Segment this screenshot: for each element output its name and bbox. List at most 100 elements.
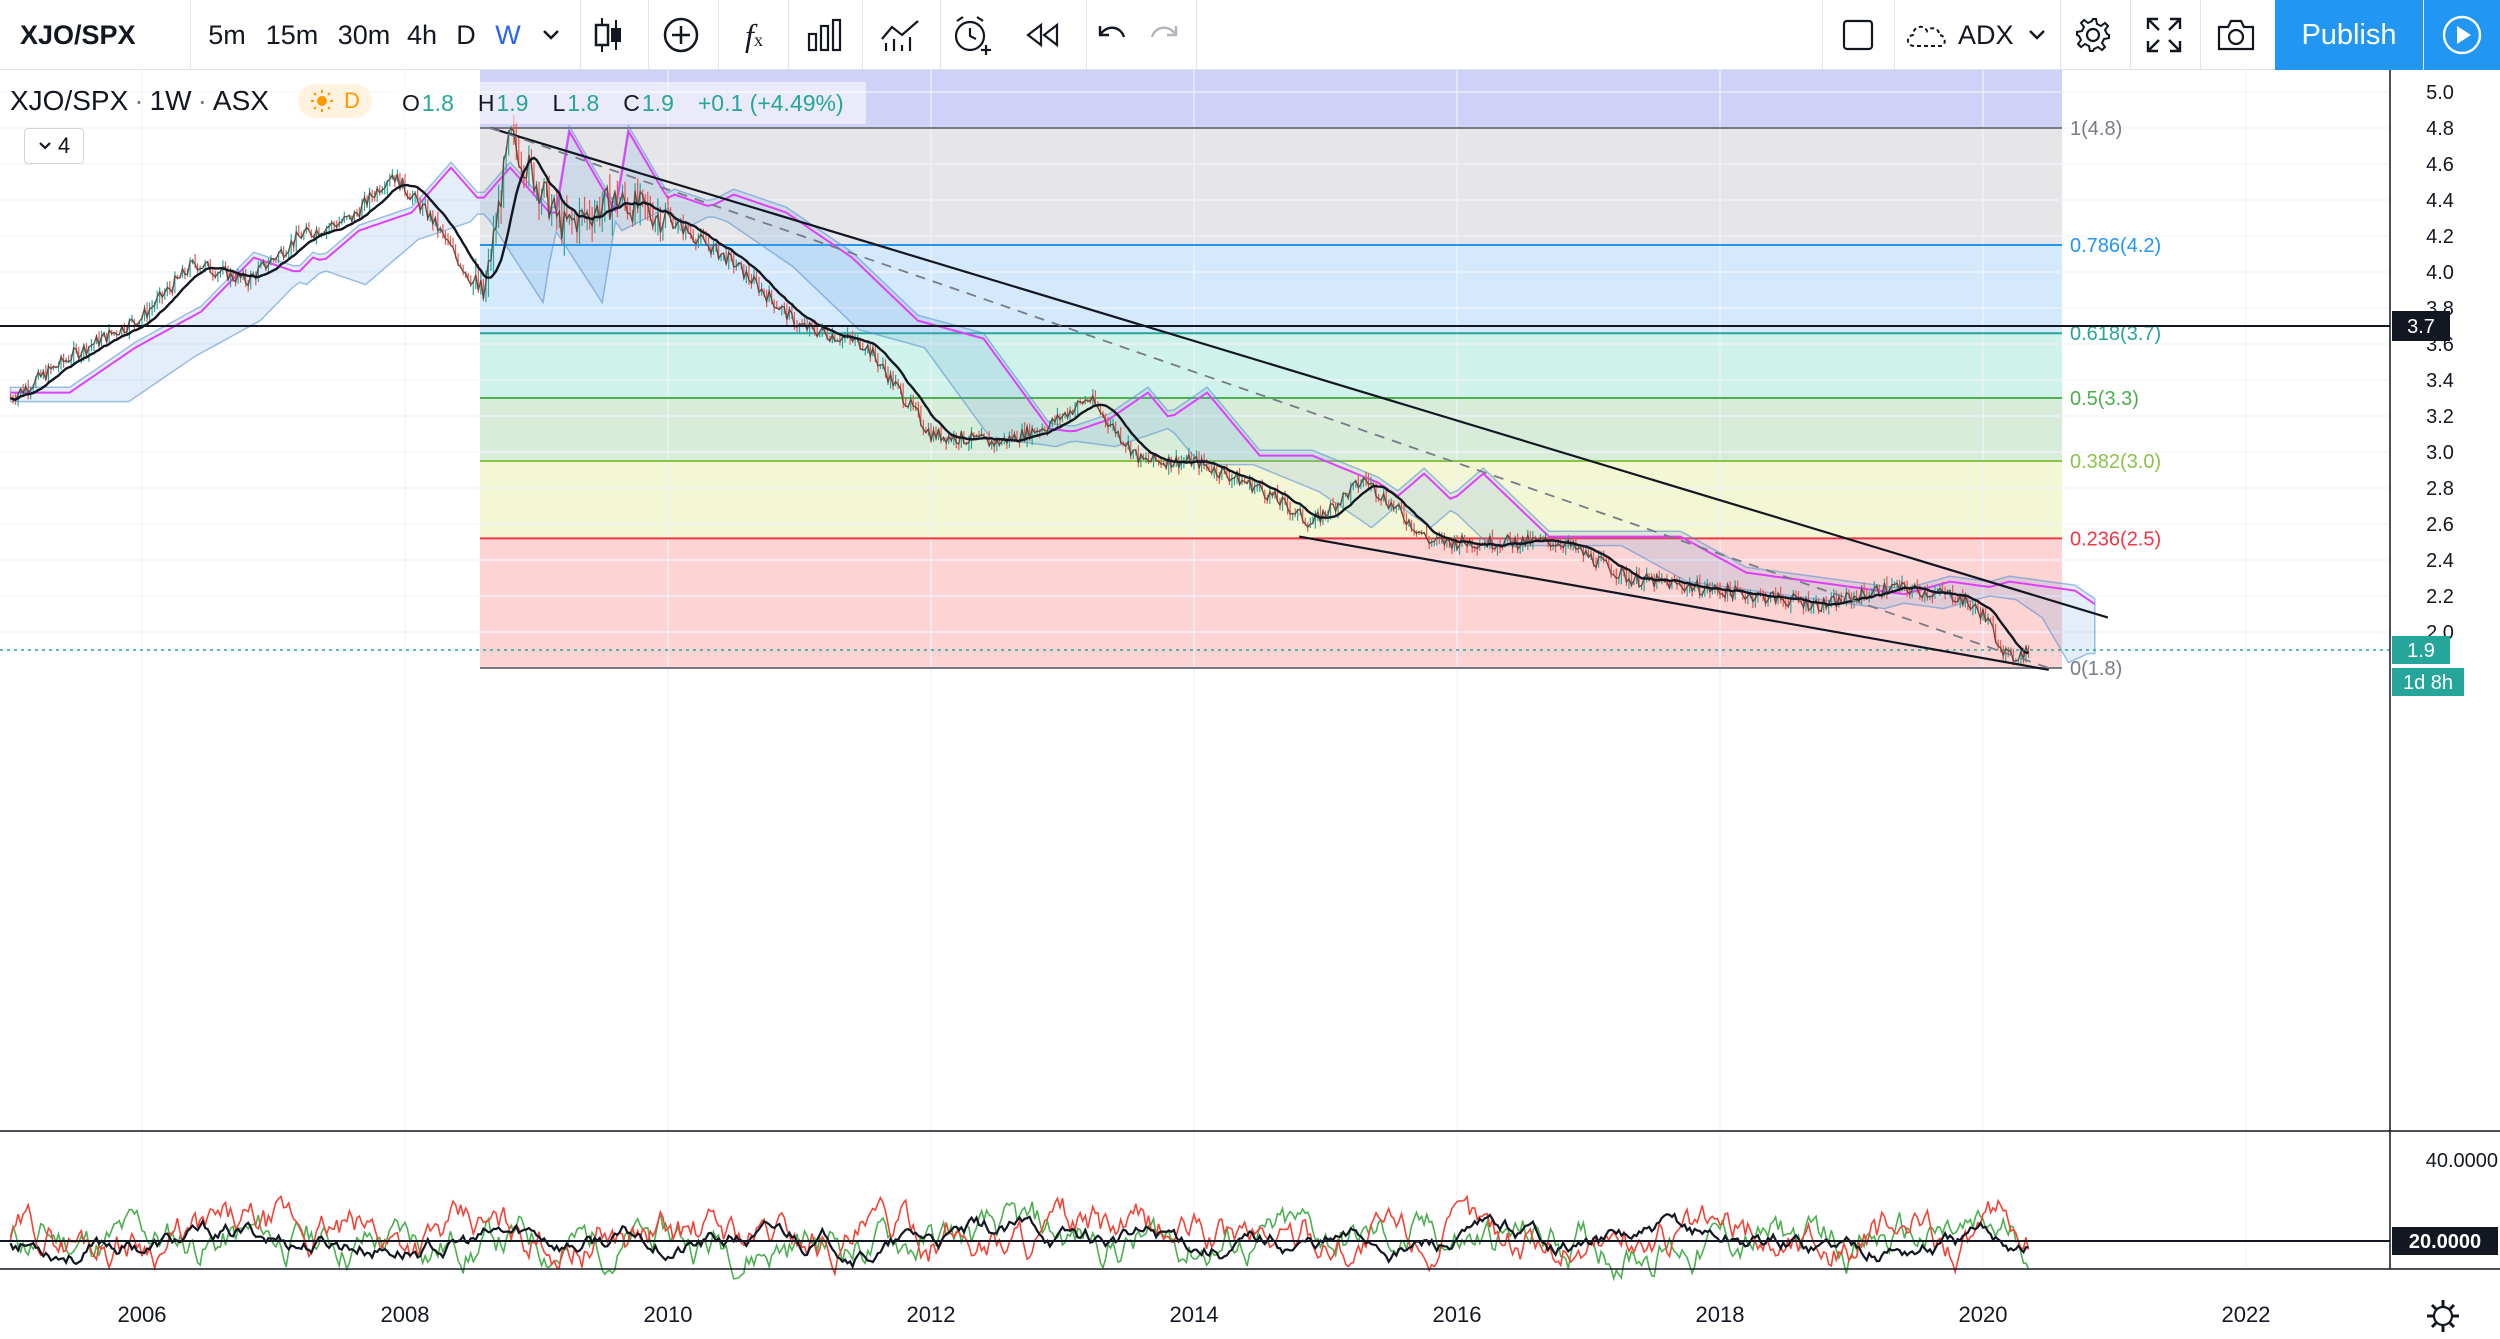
legend-separator: · — [197, 85, 207, 116]
toolbar-divider — [1196, 0, 1197, 70]
redo-button[interactable] — [1146, 0, 1182, 70]
toolbar-divider — [1086, 0, 1087, 70]
compare-symbol-button[interactable] — [656, 0, 706, 70]
undo-button[interactable] — [1094, 0, 1130, 70]
fib-band-0618-05 — [480, 333, 2062, 398]
timeframe-4h[interactable]: 4h — [406, 0, 438, 70]
plus-circle-icon — [663, 17, 699, 53]
candlestick-icon — [594, 18, 621, 52]
price-tick-label: 2.2 — [2426, 586, 2454, 608]
fib-level-label: 0.786(4.2) — [2070, 235, 2161, 257]
timeframe-5m[interactable]: 5m — [204, 0, 250, 70]
toolbar-divider — [1894, 0, 1895, 70]
layout-button[interactable] — [1836, 0, 1880, 70]
chart-legend[interactable]: XJO/SPX · 1W · ASX — [10, 78, 269, 124]
publish-options-button[interactable] — [2424, 0, 2500, 70]
price-tick-label: 3.0 — [2426, 442, 2454, 464]
axis-settings-button[interactable] — [2427, 1300, 2459, 1332]
open-value: 1.8 — [421, 89, 454, 116]
chevron-down-icon — [543, 30, 559, 40]
time-tick-label: 2014 — [1170, 1302, 1219, 1327]
toolbar-divider — [940, 0, 941, 70]
financials-button[interactable] — [796, 0, 854, 70]
timeframe-w[interactable]: W — [494, 0, 522, 70]
toolbar-divider — [648, 0, 649, 70]
chart-type-button[interactable] — [588, 0, 630, 70]
settings-button[interactable] — [2068, 0, 2118, 70]
fib-level-label: 0.236(2.5) — [2070, 528, 2161, 550]
chevron-down-icon — [2029, 30, 2045, 40]
change-value: +0.1 (+4.49%) — [697, 89, 844, 116]
time-tick-label: 2012 — [907, 1302, 956, 1327]
indicators-collapse-button[interactable]: 4 — [24, 128, 84, 164]
cloud-icon — [1906, 25, 1946, 47]
toolbar-divider — [788, 0, 789, 70]
price-tick-label: 4.2 — [2426, 226, 2454, 248]
publish-button[interactable]: Publish — [2275, 0, 2423, 70]
toolbar-divider — [2130, 0, 2131, 70]
close-value: 1.9 — [641, 89, 674, 116]
adx-axis-tick-40: 40.0000 — [2426, 1150, 2498, 1172]
fib-band-1-0786 — [480, 128, 2062, 245]
ohlc-values: O1.8 H1.9 L1.8 C1.9 +0.1 (+4.49%) — [392, 82, 866, 124]
symbol-search-button[interactable]: XJO/SPX — [20, 0, 170, 70]
timeframe-15m[interactable]: 15m — [262, 0, 322, 70]
alert-button[interactable] — [948, 0, 996, 70]
high-key: H — [477, 89, 495, 116]
fib-level-label: 1(4.8) — [2070, 118, 2122, 140]
square-layout-icon — [1842, 19, 1874, 51]
time-tick-label: 2020 — [1959, 1302, 2008, 1327]
fib-level-label: 0.382(3.0) — [2070, 451, 2161, 473]
horizontal-line-price-label: 3.7 — [2407, 316, 2435, 338]
adx-level-label: 20.0000 — [2409, 1231, 2481, 1253]
templates-button[interactable] — [870, 0, 930, 70]
toolbar-divider — [580, 0, 581, 70]
price-tick-label: 2.4 — [2426, 550, 2454, 572]
timeframe-30m[interactable]: 30m — [334, 0, 394, 70]
chevron-down-icon — [39, 142, 51, 150]
price-tick-label: 2.8 — [2426, 478, 2454, 500]
price-tick-label: 2.6 — [2426, 514, 2454, 536]
gear-icon — [2076, 18, 2110, 52]
time-tick-label: 2016 — [1433, 1302, 1482, 1327]
toolbar-divider — [2060, 0, 2061, 70]
toolbar-divider — [2200, 0, 2201, 70]
fullscreen-icon — [2146, 17, 2182, 53]
legend-interval: 1W — [149, 85, 192, 116]
low-key: L — [552, 89, 566, 116]
close-key: C — [623, 89, 640, 116]
time-tick-label: 2008 — [381, 1302, 430, 1327]
indicators-button[interactable]: fx — [726, 0, 782, 70]
time-tick-label: 2018 — [1696, 1302, 1745, 1327]
time-tick-label: 2006 — [118, 1302, 167, 1327]
camera-icon — [2217, 19, 2255, 51]
session-badge-label: D — [344, 88, 360, 113]
play-circle-icon — [2442, 15, 2482, 55]
snapshot-button[interactable] — [2210, 0, 2262, 70]
fullscreen-button[interactable] — [2138, 0, 2190, 70]
time-tick-label: 2010 — [644, 1302, 693, 1327]
layout-name: ADX — [1958, 19, 2014, 50]
low-value: 1.8 — [567, 89, 600, 116]
undo-icon — [1098, 26, 1126, 38]
price-tick-label: 4.0 — [2426, 262, 2454, 284]
timeframe-d[interactable]: D — [454, 0, 478, 70]
toolbar-divider — [190, 0, 191, 70]
high-value: 1.9 — [496, 89, 529, 116]
time-tick-label: 2022 — [2222, 1302, 2271, 1327]
legend-separator: · — [134, 85, 144, 116]
market-status-badge[interactable]: D — [298, 84, 372, 118]
timeframe-dropdown-button[interactable] — [536, 0, 566, 70]
chart-pane[interactable]: 1(4.8)0.786(4.2)0.618(3.7)0.5(3.3)0.382(… — [0, 70, 2500, 1339]
collapsed-indicators-count: 4 — [57, 133, 71, 158]
layout-dropdown-button[interactable] — [2022, 0, 2052, 70]
toolbar-divider — [1822, 0, 1823, 70]
price-tick-label: 3.4 — [2426, 370, 2454, 392]
replay-button[interactable] — [1018, 0, 1068, 70]
sun-icon — [311, 90, 333, 112]
fib-band-0786-0618 — [480, 245, 2062, 334]
toolbar-divider — [862, 0, 863, 70]
time-axis[interactable]: 2006 2008 2010 2012 2014 2016 2018 2020 2022 — [118, 1302, 2271, 1327]
gear-icon — [2432, 1305, 2454, 1327]
bar-chart-icon — [807, 18, 842, 52]
